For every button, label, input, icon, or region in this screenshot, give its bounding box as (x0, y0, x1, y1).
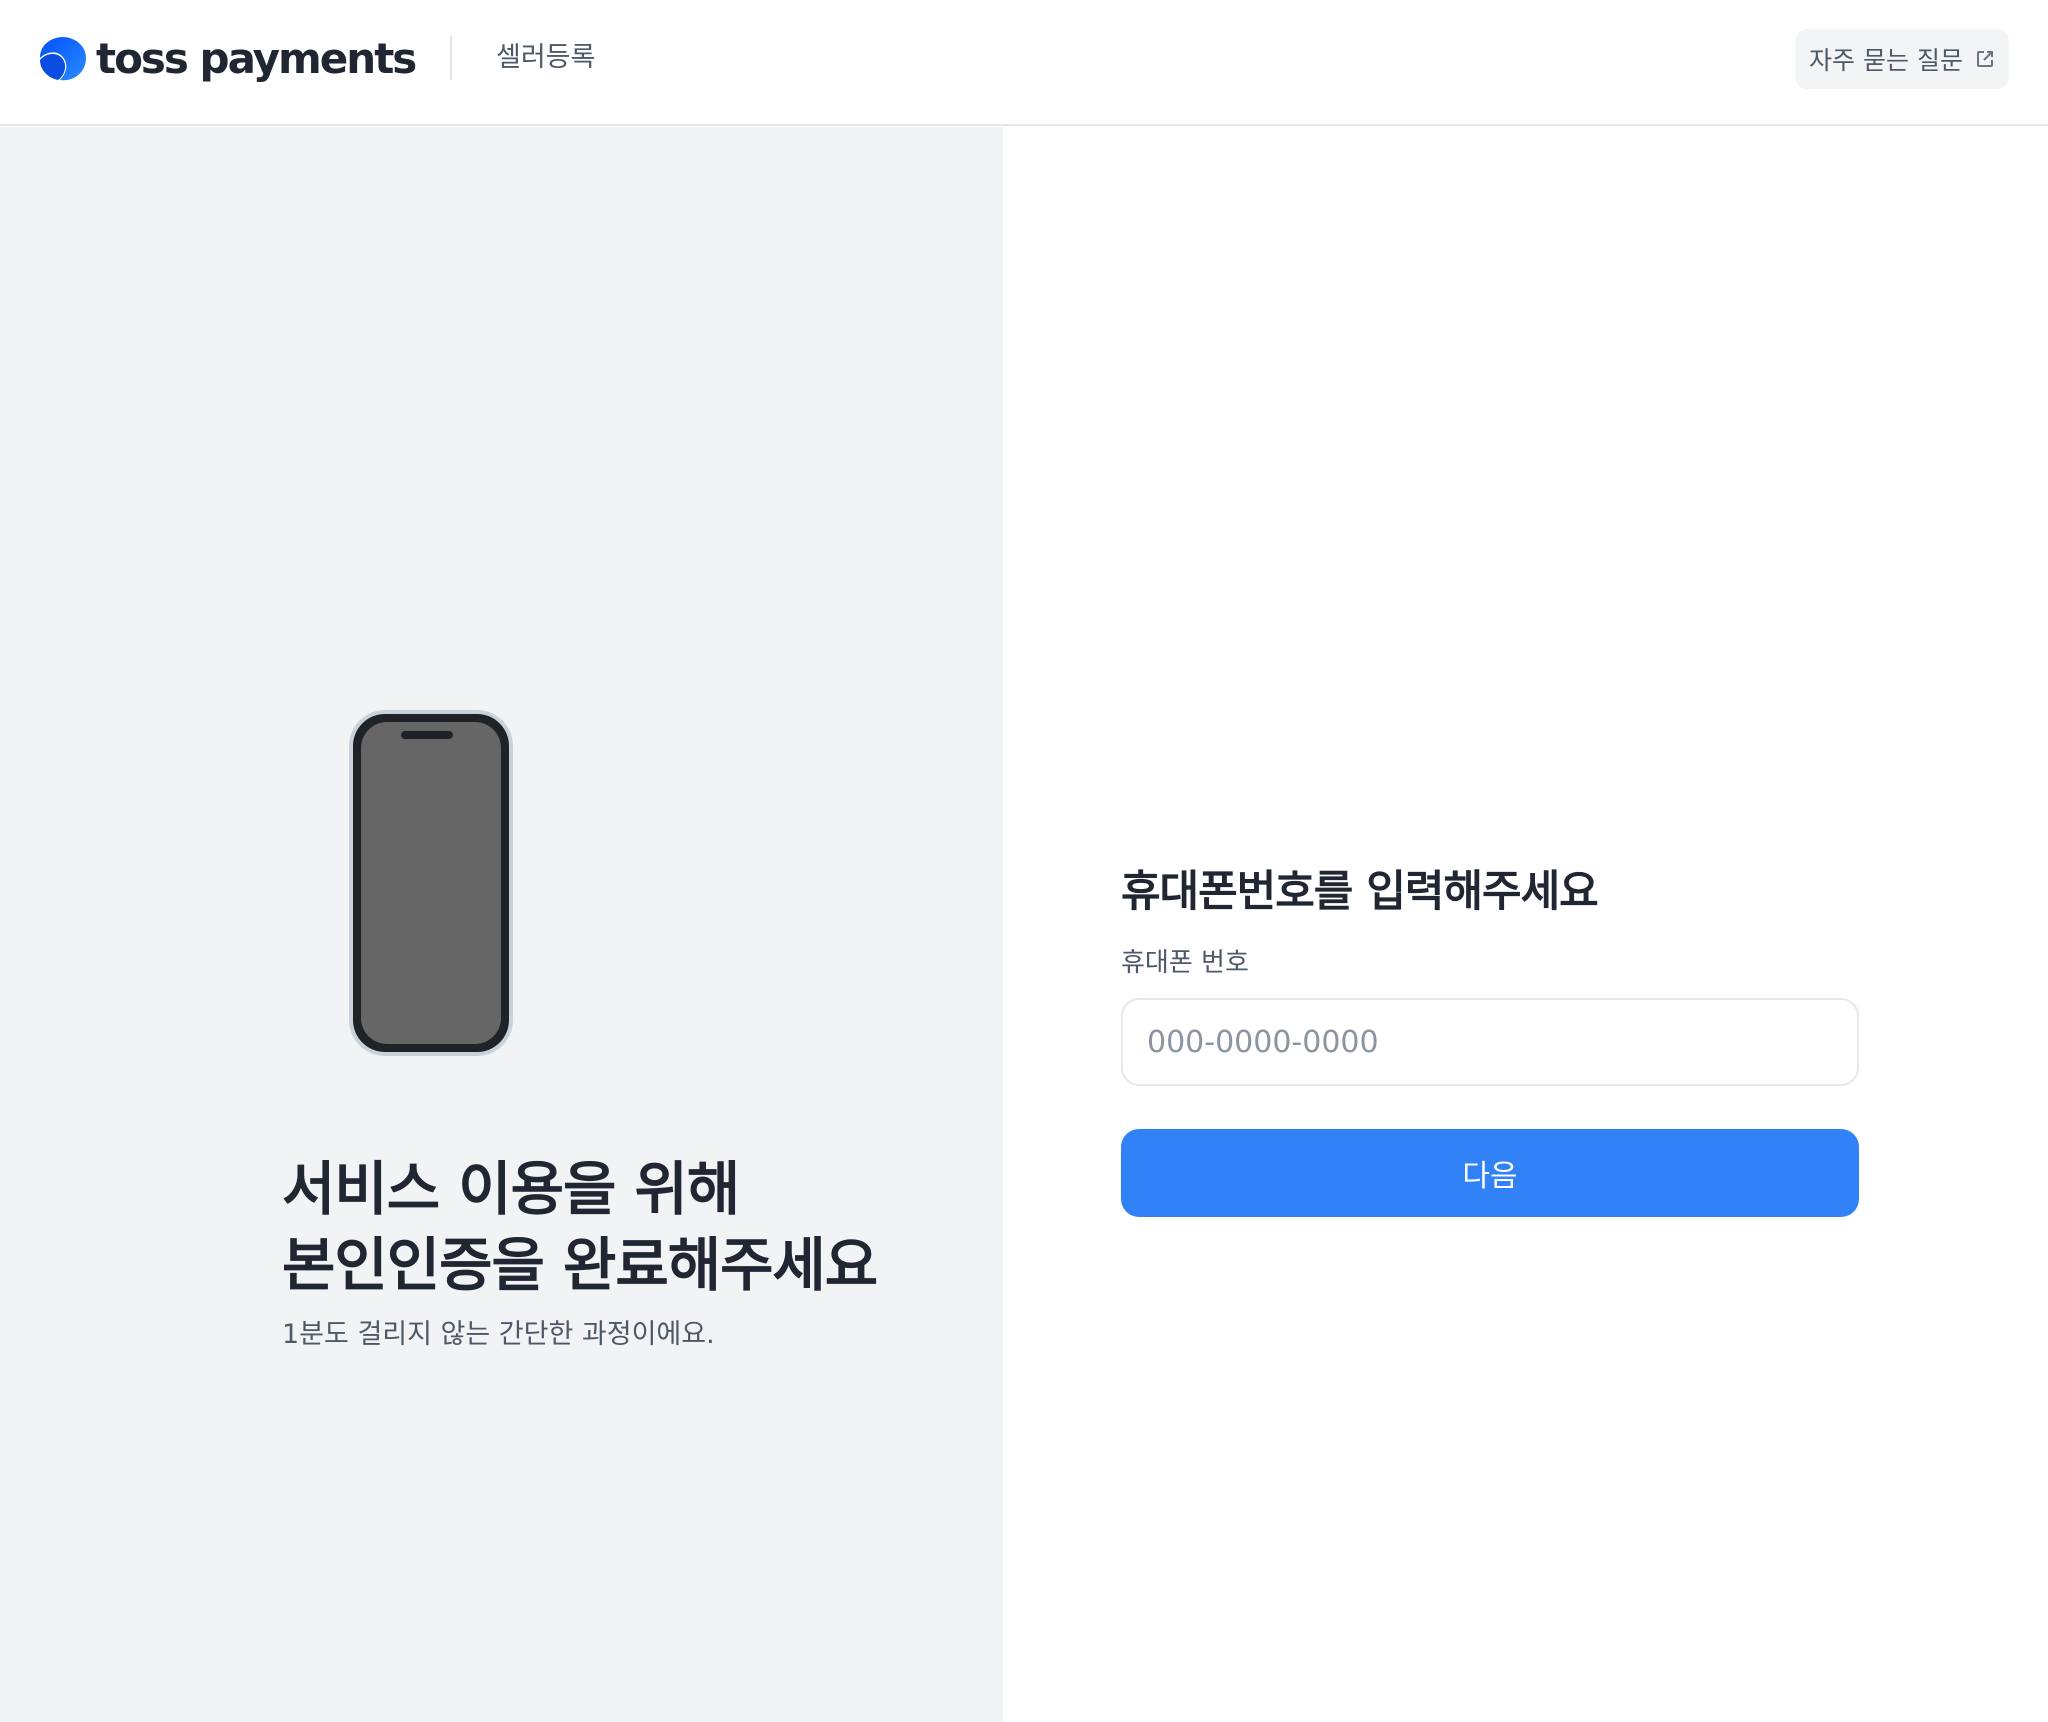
intro-description: 1분도 걸리지 않는 간단한 과정이에요. (282, 1319, 715, 1350)
faq-button[interactable]: 자주 묻는 질문 (1795, 29, 2009, 89)
header-divider (450, 36, 452, 80)
next-button[interactable]: 다음 (1121, 1129, 1859, 1217)
page-subtitle: 셀러등록 (496, 42, 596, 73)
intro-title: 서비스 이용을 위해 본인인증을 완료해주세요 (282, 1151, 962, 1303)
intro-title-line1: 서비스 이용을 위해 (282, 1155, 740, 1223)
phone-field-label: 휴대폰 번호 (1121, 948, 1249, 978)
toss-payments-logo[interactable]: toss payments (38, 34, 417, 84)
phone-number-input[interactable] (1121, 998, 1859, 1086)
verification-intro-panel: 서비스 이용을 위해 본인인증을 완료해주세요 1분도 걸리지 않는 간단한 과… (0, 127, 1003, 1722)
external-link-icon (1976, 51, 1993, 67)
intro-title-line2: 본인인증을 완료해주세요 (282, 1231, 878, 1299)
form-title: 휴대폰번호를 입력해주세요 (1121, 867, 1599, 917)
smartphone-icon (349, 710, 513, 1056)
top-header: toss payments 셀러등록 자주 묻는 질문 (0, 0, 2048, 126)
logo-text: toss payments (96, 34, 417, 83)
faq-label: 자주 묻는 질문 (1809, 46, 1963, 75)
toss-logo-icon (40, 36, 86, 81)
phone-form-panel: 휴대폰번호를 입력해주세요 휴대폰 번호 다음 (1003, 127, 2048, 1722)
